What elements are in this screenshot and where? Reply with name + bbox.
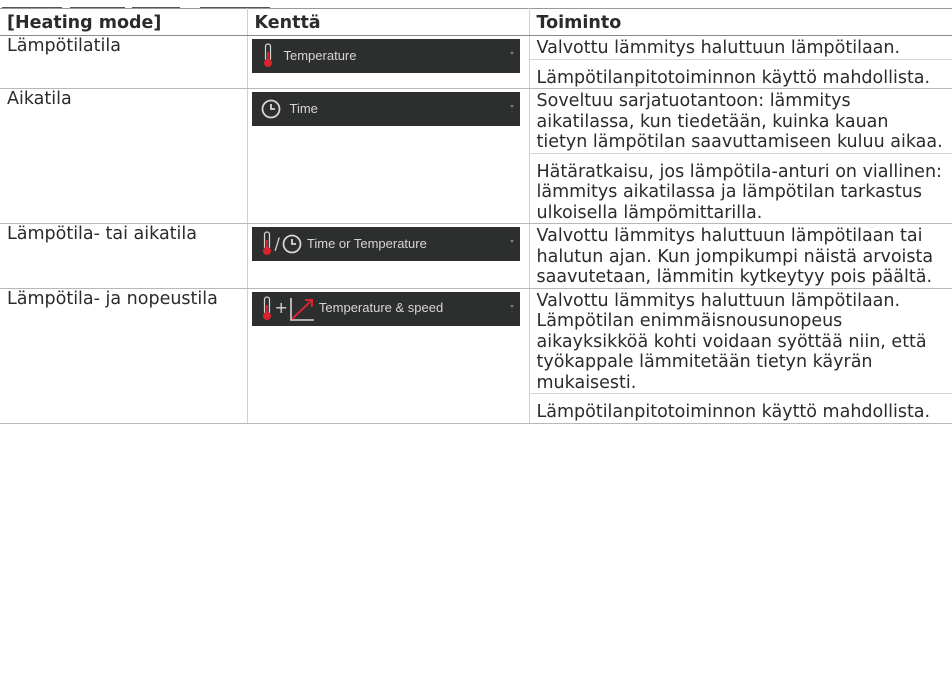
dropdown-label: Time [289, 100, 318, 116]
time-mode-dropdown[interactable]: Time [251, 92, 520, 126]
chevron-down-icon [509, 304, 514, 308]
cut-off-previous-text [0, 0, 952, 8]
dropdown-label: Temperature [283, 47, 357, 63]
description-text: Lämpötilanpitotoiminnon käyttö mahdollis… [529, 393, 952, 423]
table-header-row: [Heating mode] Kenttä Toiminto [0, 8, 952, 36]
mode-cell: Lämpötila- tai aikatila [0, 223, 248, 289]
field-cell: Temperature [247, 35, 530, 89]
separator-symbol: / [274, 233, 280, 253]
description-cell: Soveltuu sarjatuotantoon: lämmitys aikat… [529, 88, 952, 224]
dropdown-label: Temperature & speed [318, 300, 444, 316]
header-heating-mode: [Heating mode] [0, 8, 248, 36]
description-cell: Valvottu lämmitys haluttuun lämpötilaan.… [529, 35, 952, 89]
clock-icon [261, 99, 280, 119]
field-cell: Time [247, 88, 530, 224]
mode-cell: Lämpötilatila [0, 35, 248, 89]
description-text: Hätäratkaisu, jos lämpötila-anturi on vi… [529, 152, 952, 224]
mode-cell: Lämpötila- ja nopeustila [0, 288, 248, 424]
temperature-mode-dropdown[interactable]: Temperature [251, 39, 520, 73]
description-text: Valvottu lämmitys haluttuun lämpötilaan. [536, 38, 901, 58]
dropdown-label: Time or Temperature [306, 235, 427, 251]
temperature-and-speed-mode-dropdown[interactable]: + Temperature & speed [251, 291, 520, 326]
rising-graph-icon [290, 297, 314, 321]
thermometer-icon [262, 231, 271, 255]
chevron-down-icon [509, 52, 514, 55]
description-cell: Valvottu lämmitys haluttuun lämpötilaan.… [529, 288, 952, 424]
header-function: Toiminto [529, 8, 952, 36]
table-row: Aikatila Time Soveltuu sarjatuotantoon: … [0, 88, 952, 224]
separator-symbol: + [274, 298, 288, 318]
table-row: Lämpötila- tai aikatila / Time or Temper… [0, 223, 952, 289]
description-text: Valvottu lämmitys haluttuun lämpötilaan … [536, 226, 934, 287]
mode-cell: Aikatila [0, 88, 248, 224]
chevron-down-icon [509, 105, 514, 108]
table-row: Lämpötilatila Temperature Valvottu lämmi… [0, 35, 952, 89]
table-row: Lämpötila- ja nopeustila + Temperature &… [0, 288, 952, 424]
header-field: Kenttä [247, 8, 530, 36]
field-cell: + Temperature & speed [247, 288, 530, 424]
description-text: Soveltuu sarjatuotantoon: lämmitys aikat… [536, 91, 943, 152]
description-text: Lämpötilanpitotoiminnon käyttö mahdollis… [529, 58, 952, 89]
clock-icon [282, 234, 302, 254]
chevron-down-icon [509, 240, 514, 243]
thermometer-icon [262, 295, 271, 320]
heating-mode-table: [Heating mode] Kenttä Toiminto Lämpötila… [0, 8, 952, 424]
field-cell: / Time or Temperature [247, 223, 530, 289]
time-or-temperature-mode-dropdown[interactable]: / Time or Temperature [251, 227, 520, 261]
description-text: Valvottu lämmitys haluttuun lämpötilaan.… [536, 290, 927, 393]
thermometer-icon [263, 43, 272, 67]
description-cell: Valvottu lämmitys haluttuun lämpötilaan … [529, 223, 952, 289]
